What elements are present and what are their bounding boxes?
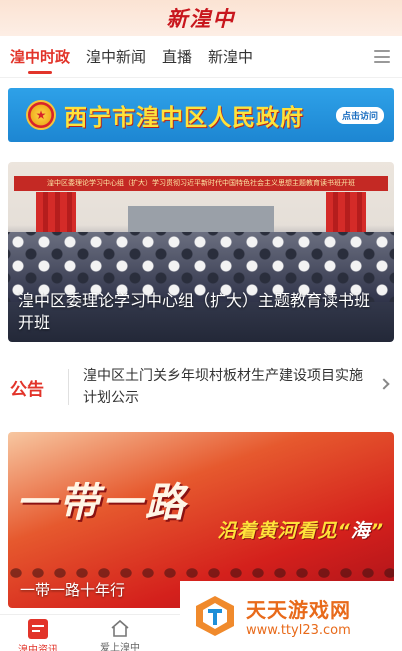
hero-news-caption: 湟中区委理论学习中心组（扩大）主题教育读书班开班 <box>18 291 371 332</box>
hero-meeting-banner: 湟中区委理论学习中心组（扩大）学习贯彻习近平新时代中国特色社会主义思想主题教育读… <box>14 176 388 191</box>
nav-item-news[interactable]: 湟中资讯 <box>8 619 68 651</box>
notice-label: 公告 <box>10 379 44 400</box>
watermark-logo-icon <box>196 596 234 636</box>
gov-banner-title: 西宁市湟中区人民政府 <box>64 105 304 131</box>
nav-item-label: 湟中资讯 <box>18 645 58 651</box>
watermark: 天天游戏网 www.ttyl23.com <box>180 581 402 651</box>
feature-slogan: 沿着黄河看见“海” <box>217 516 384 543</box>
notice-bar[interactable]: 公告 湟中区土门关乡年坝村板材生产建设项目实施计划公示 <box>0 356 402 418</box>
hero-news-card[interactable]: 湟中区委理论学习中心组（扩大）学习贯彻习近平新时代中国特色社会主义思想主题教育读… <box>8 162 394 342</box>
chevron-right-icon[interactable] <box>378 378 390 390</box>
gov-banner[interactable]: ★ 西宁市湟中区人民政府 点击访问 <box>8 88 394 142</box>
nav-item-home[interactable]: 爱上湟中 <box>90 619 150 651</box>
national-emblem-icon: ★ <box>26 100 56 130</box>
tab-bar: 湟中时政 湟中新闻 直播 新湟中 <box>0 36 402 78</box>
feature-caption: 一带一路十年行 <box>20 581 126 599</box>
camel-caravan-image <box>8 566 394 580</box>
slogan-highlight: 海 <box>350 520 371 542</box>
watermark-url: www.ttyl23.com <box>246 623 351 638</box>
home-icon <box>110 619 130 637</box>
visit-button[interactable]: 点击访问 <box>335 107 384 124</box>
nav-item-label: 爱上湟中 <box>100 643 140 651</box>
tab-new-huangzhong[interactable]: 新湟中 <box>208 36 253 78</box>
tab-politics[interactable]: 湟中时政 <box>10 36 70 78</box>
notice-text[interactable]: 湟中区土门关乡年坝村板材生产建设项目实施计划公示 <box>83 365 363 409</box>
menu-icon[interactable] <box>374 50 390 63</box>
slogan-suffix: ” <box>370 520 384 542</box>
watermark-name: 天天游戏网 <box>246 598 351 622</box>
tab-live[interactable]: 直播 <box>162 36 192 78</box>
app-header: 新湟中 <box>0 0 402 36</box>
slogan-prefix: 沿着黄河看见“ <box>217 520 351 542</box>
tab-news[interactable]: 湟中新闻 <box>86 36 146 78</box>
notice-divider <box>68 369 69 405</box>
news-icon <box>28 619 48 639</box>
app-logo: 新湟中 <box>166 6 236 31</box>
feature-calligraphy: 一带一路 <box>16 479 188 526</box>
